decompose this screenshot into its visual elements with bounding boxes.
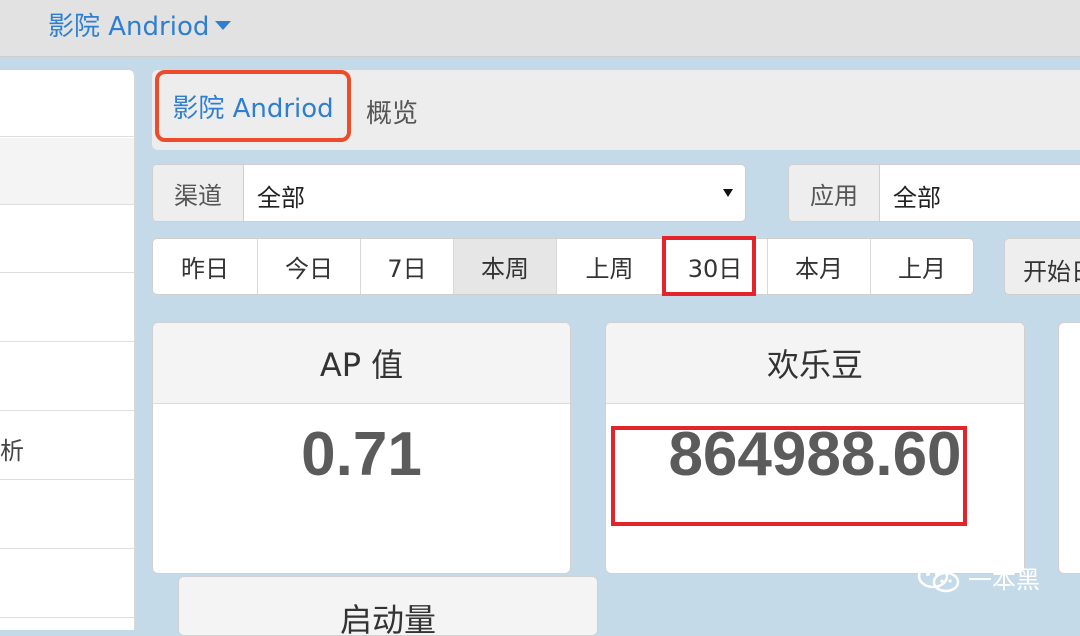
app-switcher-label: 影院 Andriod <box>48 12 210 42</box>
sidebar: 析 <box>0 70 135 630</box>
stat-card-value: 0.71 <box>301 420 422 489</box>
date-btn-7days[interactable]: 7日 <box>361 239 454 294</box>
sidebar-item-label: 析 <box>0 437 24 465</box>
stat-card-title: AP 值 <box>153 323 570 404</box>
caret-down-icon <box>215 21 232 30</box>
sidebar-item[interactable] <box>0 206 134 273</box>
stat-card-launches: 启动量 <box>178 576 598 636</box>
channel-label: 渠道 <box>153 165 244 221</box>
watermark: 一本黑 <box>916 560 1040 595</box>
channel-select[interactable]: 渠道 全部 <box>152 164 746 222</box>
date-btn-last-week[interactable]: 上周 <box>557 239 663 294</box>
start-date-button[interactable]: 开始日 <box>1004 238 1080 295</box>
sidebar-item[interactable] <box>0 482 134 549</box>
date-btn-30days[interactable]: 30日 <box>663 239 768 294</box>
date-range-group: 昨日 今日 7日 本周 上周 30日 本月 上月 <box>152 238 974 295</box>
stat-card-title: 欢乐豆 <box>606 323 1024 404</box>
app-switcher[interactable]: 影院 Andriod <box>48 6 232 43</box>
sidebar-item[interactable] <box>0 551 134 618</box>
watermark-text: 一本黑 <box>968 566 1040 594</box>
sidebar-item[interactable] <box>0 275 134 342</box>
sidebar-item[interactable] <box>0 70 134 137</box>
date-btn-this-week[interactable]: 本周 <box>454 239 557 294</box>
breadcrumb-app-link[interactable]: 影院 Andriod <box>155 70 351 142</box>
stat-card-title: 启动量 <box>179 577 597 635</box>
app-select[interactable]: 应用 全部 <box>788 164 1080 222</box>
date-btn-today[interactable]: 今日 <box>258 239 361 294</box>
sidebar-item[interactable]: 析 <box>0 413 134 480</box>
dropdown-arrow-icon <box>723 189 733 197</box>
breadcrumb-page: 概览 <box>366 99 419 129</box>
sidebar-item[interactable] <box>0 138 134 205</box>
date-btn-last-month[interactable]: 上月 <box>871 239 973 294</box>
date-btn-this-month[interactable]: 本月 <box>768 239 871 294</box>
app-value: 全部 <box>893 184 941 212</box>
stat-card-value: 864988.60 <box>668 420 962 489</box>
top-bar: 影院 Andriod <box>0 0 1080 57</box>
stat-card-ap: AP 值 0.71 <box>152 322 571 574</box>
wechat-icon <box>917 563 960 592</box>
sidebar-item[interactable] <box>0 344 134 411</box>
channel-value: 全部 <box>257 184 305 212</box>
stat-card-huanledou: 欢乐豆 864988.60 <box>605 322 1025 574</box>
date-btn-yesterday[interactable]: 昨日 <box>153 239 258 294</box>
app-label: 应用 <box>789 165 880 221</box>
stat-card-partial <box>1058 322 1080 574</box>
